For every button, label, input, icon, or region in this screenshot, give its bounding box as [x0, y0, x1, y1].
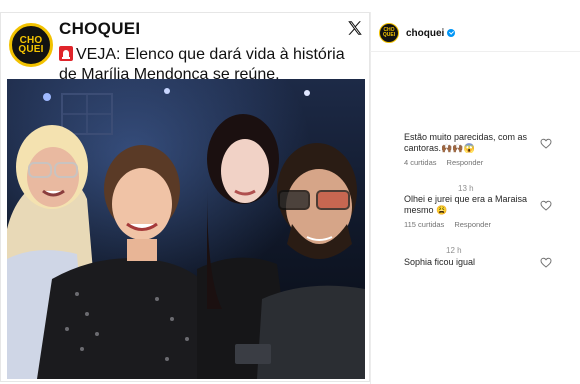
- headline-prefix: VEJA:: [76, 46, 121, 63]
- choquei-logo: CHO QUEI: [9, 23, 53, 67]
- post-header: CHO QUEI CHOQUEI VEJA: Elenco que dará v…: [1, 13, 369, 85]
- reply-button[interactable]: Responder: [454, 220, 491, 229]
- username-text: choquei: [406, 28, 445, 39]
- screaming-face-icon: 😱: [463, 143, 475, 153]
- logo-text-bottom: QUEI: [18, 44, 44, 55]
- heart-icon[interactable]: [540, 138, 552, 149]
- raised-hands-icon: 🙌🏾: [452, 143, 464, 153]
- x-post-card: CHO QUEI CHOQUEI VEJA: Elenco que dará v…: [0, 12, 370, 382]
- raised-hands-icon: 🙌🏾: [441, 143, 453, 153]
- comment-text: Olhei e jurei que era a Maraisa mesmo 😩: [404, 194, 528, 215]
- divider: [370, 12, 371, 384]
- comment-3: Sophia ficou igual: [404, 257, 554, 268]
- comment-timestamp: 13 h: [458, 184, 474, 193]
- comment-1: Estão muito parecidas, com as cantoras.🙌…: [404, 132, 554, 167]
- comment-2: Olhei e jurei que era a Maraisa mesmo 😩 …: [404, 194, 554, 229]
- reply-button[interactable]: Responder: [447, 158, 484, 167]
- verified-badge-icon: [447, 28, 456, 37]
- comment-meta: 115 curtidas Responder: [404, 220, 554, 229]
- comment-meta: 4 curtidas Responder: [404, 158, 554, 167]
- instagram-comments-panel: CHO QUEI choquei Estão muito parecidas, …: [370, 12, 580, 384]
- likes-count[interactable]: 115 curtidas: [404, 220, 444, 229]
- cast-group-photo: [7, 79, 365, 379]
- siren-icon: [59, 46, 73, 61]
- x-logo-icon[interactable]: [346, 19, 364, 37]
- weary-face-icon: 😩: [436, 205, 448, 215]
- username[interactable]: choquei: [406, 28, 456, 39]
- avatar-text-bottom: QUEI: [382, 32, 396, 38]
- comment-timestamp: 12 h: [446, 246, 462, 255]
- likes-count[interactable]: 4 curtidas: [404, 158, 437, 167]
- heart-icon[interactable]: [540, 200, 552, 211]
- heart-icon[interactable]: [540, 257, 552, 268]
- avatar[interactable]: CHO QUEI: [379, 23, 399, 43]
- comment-text: Sophia ficou igual: [404, 257, 476, 267]
- comment-text: Estão muito parecidas, com as cantoras.🙌…: [404, 132, 528, 153]
- instagram-header: CHO QUEI choquei: [370, 12, 580, 52]
- account-name[interactable]: CHOQUEI: [59, 19, 140, 39]
